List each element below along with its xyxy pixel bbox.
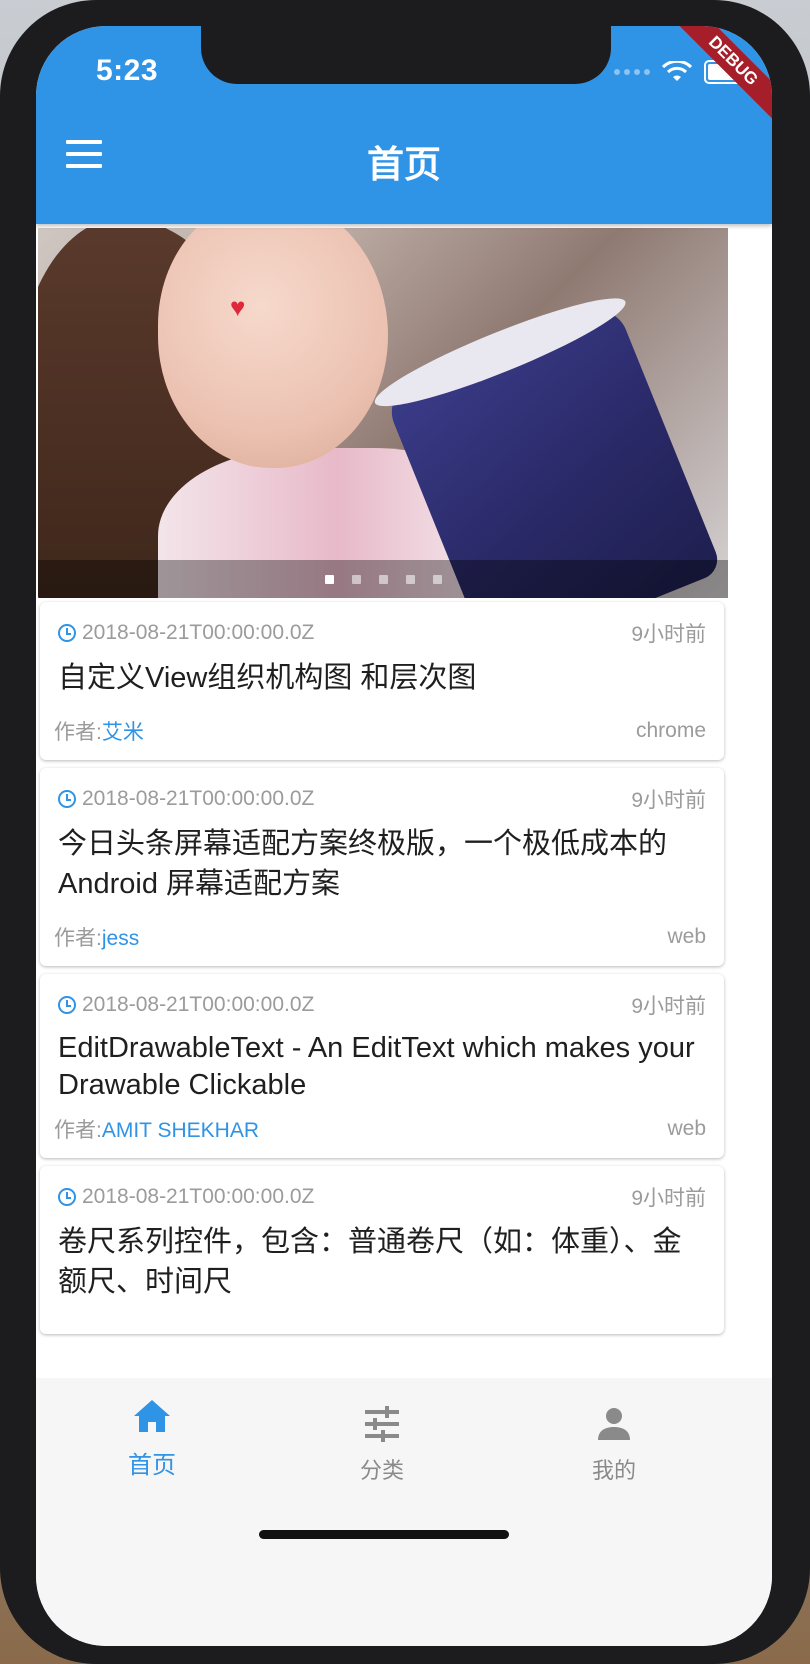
article-author-line: 作者:艾米 xyxy=(54,716,144,746)
clock-icon xyxy=(58,624,76,642)
cellular-signal-icon xyxy=(614,69,650,75)
article-list: 2018-08-21T00:00:00.0Z 9小时前 自定义View组织机构图… xyxy=(40,602,724,1342)
clock-icon xyxy=(58,1188,76,1206)
article-time-ago: 9小时前 xyxy=(631,789,706,812)
article-author-line: 作者:AMIT SHEKHAR xyxy=(54,1114,259,1144)
heart-sticker-icon: ♥ xyxy=(230,292,246,322)
article-card[interactable]: 2018-08-21T00:00:00.0Z 9小时前 EditDrawable… xyxy=(40,974,724,1158)
article-date-text: 2018-08-21T00:00:00.0Z xyxy=(82,621,315,644)
carousel-dot[interactable] xyxy=(378,574,388,584)
page-title: 首页 xyxy=(367,144,441,185)
carousel-dot[interactable] xyxy=(324,574,334,584)
carousel-dot[interactable] xyxy=(432,574,442,584)
wifi-icon xyxy=(662,61,692,81)
tune-icon xyxy=(365,1406,399,1442)
home-icon xyxy=(134,1400,170,1432)
article-card[interactable]: 2018-08-21T00:00:00.0Z 9小时前 今日头条屏幕适配方案终极… xyxy=(40,768,724,966)
article-time-ago: 9小时前 xyxy=(631,623,706,646)
banner-carousel[interactable]: ♥ xyxy=(38,228,728,598)
article-date-text: 2018-08-21T00:00:00.0Z xyxy=(82,787,315,810)
nav-home-label: 首页 xyxy=(128,1452,176,1479)
clock-icon xyxy=(58,790,76,808)
article-footer: 作者:艾米 chrome xyxy=(54,716,706,746)
device-notch xyxy=(201,26,611,84)
carousel-indicator xyxy=(38,560,728,598)
article-time-ago: 9小时前 xyxy=(631,995,706,1018)
article-time-ago: 9小时前 xyxy=(631,1187,706,1210)
author-label: 作者: xyxy=(54,927,102,950)
status-time: 5:23 xyxy=(96,54,159,87)
article-meta: 2018-08-21T00:00:00.0Z 9小时前 xyxy=(58,618,706,648)
author-name[interactable]: AMIT SHEKHAR xyxy=(102,1119,259,1142)
article-meta: 2018-08-21T00:00:00.0Z 9小时前 xyxy=(58,784,706,814)
article-date: 2018-08-21T00:00:00.0Z xyxy=(58,993,314,1017)
article-card[interactable]: 2018-08-21T00:00:00.0Z 9小时前 卷尺系列控件，包含：普通… xyxy=(40,1166,724,1334)
author-label: 作者: xyxy=(54,721,102,744)
article-source: web xyxy=(667,925,706,948)
article-date-text: 2018-08-21T00:00:00.0Z xyxy=(82,1185,315,1208)
article-author-line: 作者:jess xyxy=(54,922,139,952)
article-footer: 作者:jess web xyxy=(54,922,706,952)
person-icon xyxy=(598,1408,630,1440)
nav-home[interactable]: 首页 xyxy=(82,1398,222,1480)
article-title: 今日头条屏幕适配方案终极版，一个极低成本的 Android 屏幕适配方案 xyxy=(58,828,668,900)
article-footer: 作者:AMIT SHEKHAR web xyxy=(54,1114,706,1144)
nav-profile-label: 我的 xyxy=(591,1458,636,1483)
article-date-text: 2018-08-21T00:00:00.0Z xyxy=(82,993,315,1016)
article-source: web xyxy=(667,1117,706,1140)
article-meta: 2018-08-21T00:00:00.0Z 9小时前 xyxy=(58,1182,706,1212)
author-name[interactable]: 艾米 xyxy=(102,721,144,744)
article-title: 自定义View组织机构图 和层次图 xyxy=(58,662,477,694)
nav-category-label: 分类 xyxy=(359,1458,404,1483)
article-source: chrome xyxy=(635,719,706,742)
article-title: 卷尺系列控件，包含：普通卷尺（如：体重）、金额尺、时间尺 xyxy=(58,1226,682,1298)
article-card[interactable]: 2018-08-21T00:00:00.0Z 9小时前 自定义View组织机构图… xyxy=(40,602,724,760)
nav-category[interactable]: 分类 xyxy=(312,1406,452,1485)
app-screen: 5:23 DEBUG 首页 ♥ 2018-08-21T00:00:00.0Z 9… xyxy=(36,26,772,1646)
article-date: 2018-08-21T00:00:00.0Z xyxy=(58,787,314,811)
author-name[interactable]: jess xyxy=(102,927,139,950)
banner-image-face xyxy=(158,228,388,468)
author-label: 作者: xyxy=(54,1119,102,1142)
carousel-dot[interactable] xyxy=(405,574,415,584)
article-date: 2018-08-21T00:00:00.0Z xyxy=(58,621,314,645)
bottom-navigation: 首页 分类 我的 xyxy=(36,1378,772,1646)
phone-frame: 5:23 DEBUG 首页 ♥ 2018-08-21T00:00:00.0Z 9… xyxy=(0,0,810,1664)
article-meta: 2018-08-21T00:00:00.0Z 9小时前 xyxy=(58,990,706,1020)
nav-profile[interactable]: 我的 xyxy=(544,1406,684,1485)
article-date: 2018-08-21T00:00:00.0Z xyxy=(58,1185,314,1209)
article-title: EditDrawableText - An EditText which mak… xyxy=(58,1032,695,1101)
home-indicator[interactable] xyxy=(259,1530,509,1539)
clock-icon xyxy=(58,996,76,1014)
carousel-dot[interactable] xyxy=(351,574,361,584)
